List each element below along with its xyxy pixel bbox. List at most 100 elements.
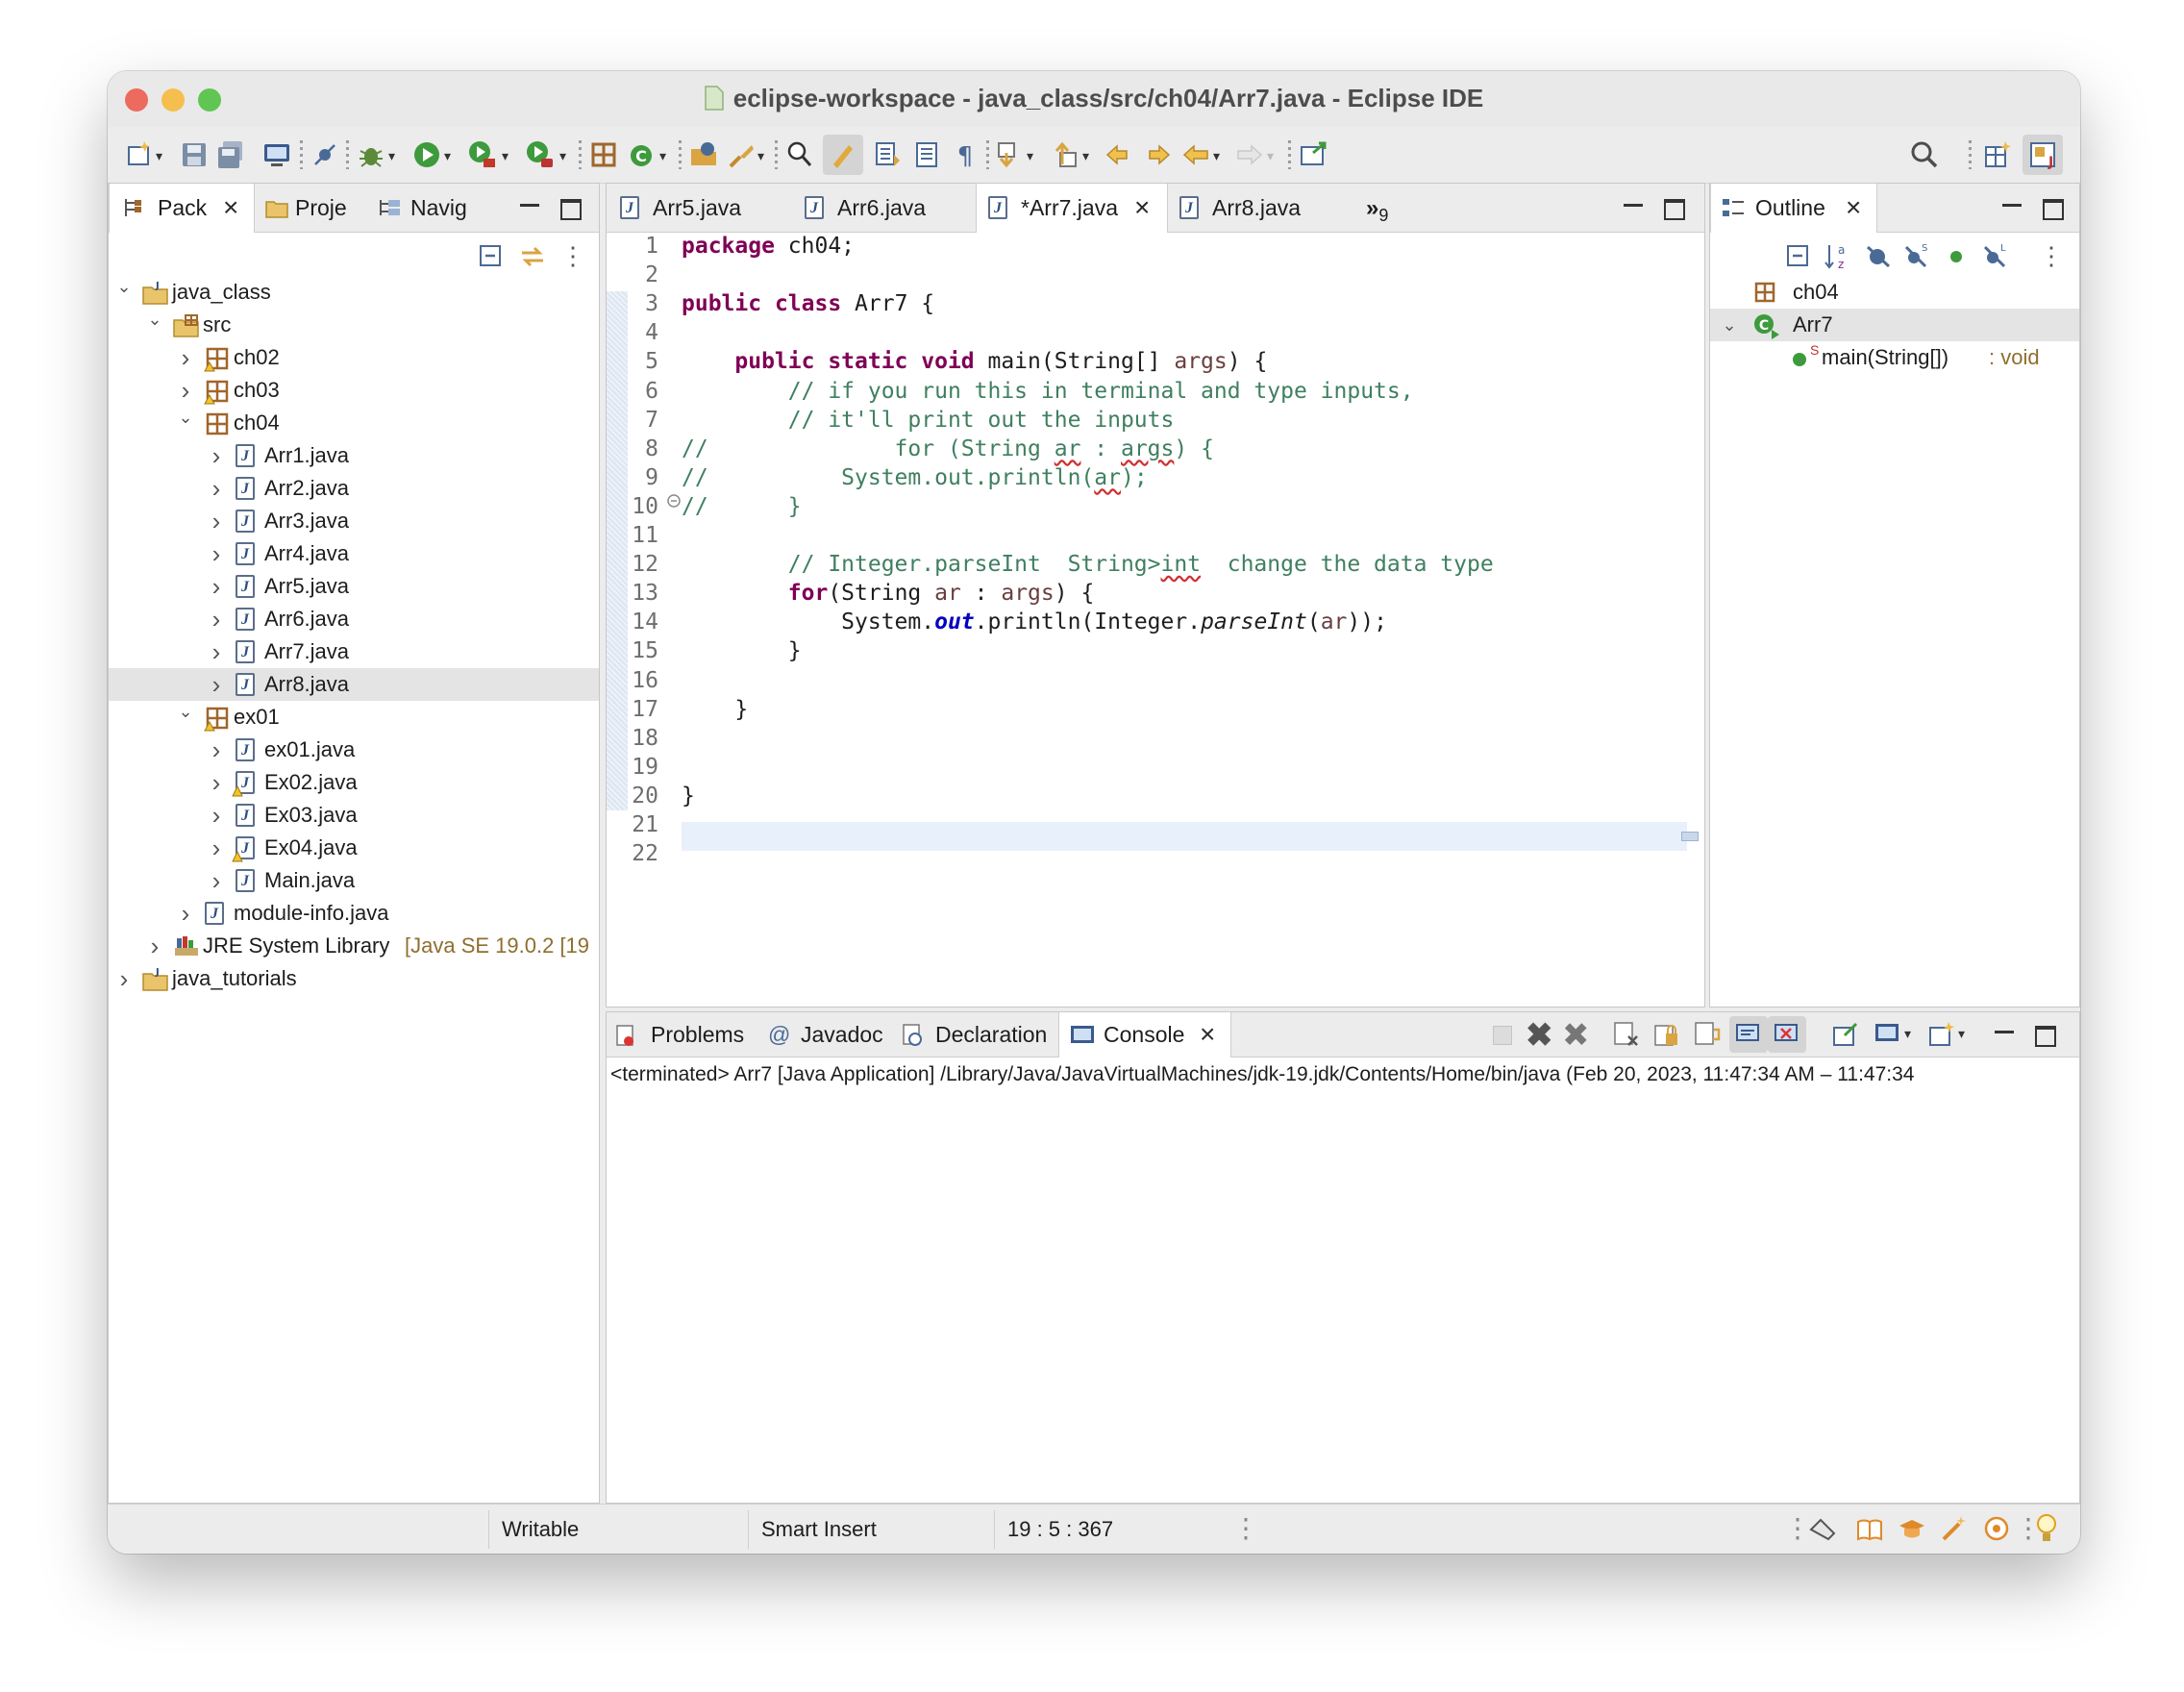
outline-item-package[interactable]: ch04 [1710, 276, 2079, 309]
tab-project-explorer[interactable]: Proje [255, 184, 368, 232]
open-console-icon[interactable] [1298, 139, 1328, 170]
chevron-right-icon[interactable]: › [114, 962, 134, 995]
search-icon[interactable] [1909, 139, 1940, 170]
new-dropdown-icon[interactable]: ▾ [156, 148, 162, 164]
sort-icon[interactable]: az [1824, 241, 1852, 272]
highlight-toggle-button[interactable] [823, 135, 863, 175]
hide-local-types-icon[interactable]: L [1981, 241, 2010, 270]
code-line[interactable]: public class Arr7 { [682, 289, 934, 318]
run-icon[interactable] [411, 139, 442, 170]
chevron-right-icon[interactable]: › [207, 472, 226, 505]
editor-tab-arr7[interactable]: J *Arr7.java × [976, 184, 1168, 233]
save-icon[interactable] [179, 139, 210, 170]
chevron-right-icon[interactable]: › [207, 864, 226, 897]
code-line[interactable]: // Integer.parseInt String>int change th… [682, 550, 1494, 579]
editor-tab-arr8[interactable]: J Arr8.java [1168, 184, 1351, 232]
console-output[interactable] [607, 1093, 2079, 1503]
code-line[interactable]: } [682, 695, 748, 724]
show-console-on-stdout-button[interactable] [1729, 1016, 1768, 1053]
chevron-right-icon[interactable]: › [207, 668, 226, 701]
tree-item[interactable]: › J Ex04.java [109, 832, 599, 864]
new-icon[interactable] [125, 139, 156, 170]
minimize-editor-button[interactable] [1624, 204, 1643, 207]
code-area[interactable]: package ch04; public class Arr7 { public … [682, 232, 1681, 1001]
close-icon[interactable]: × [223, 194, 238, 221]
remove-all-terminated-icon[interactable]: ✖ [1562, 1016, 1590, 1055]
insert-mode-status[interactable]: Smart Insert [761, 1517, 877, 1542]
tasks-icon[interactable] [1807, 1516, 1838, 1543]
display-selected-console-icon[interactable] [1874, 1020, 1902, 1049]
next-annotation-icon[interactable] [994, 139, 1025, 170]
tree-item[interactable]: › ch02 [109, 341, 599, 374]
java-perspective-button[interactable]: J [2023, 135, 2063, 175]
editor-tab-arr6[interactable]: J Arr6.java [793, 184, 976, 232]
close-icon[interactable]: × [1134, 194, 1150, 221]
tree-item[interactable]: ⌄ ex01 [109, 701, 599, 734]
chevron-right-icon[interactable]: › [207, 734, 226, 766]
tree-item[interactable]: › J Main.java [109, 864, 599, 897]
back-icon[interactable] [1180, 139, 1211, 170]
external-tools-dropdown-icon[interactable]: ▾ [559, 148, 566, 164]
tree-item[interactable]: › J Arr1.java [109, 439, 599, 472]
code-line[interactable]: // System.out.println(ar); [682, 463, 1148, 492]
chevron-right-icon[interactable]: › [207, 766, 226, 799]
pin-console-icon[interactable] [1831, 1020, 1860, 1049]
chevron-right-icon[interactable]: › [207, 505, 226, 537]
tab-problems[interactable]: Problems [607, 1012, 755, 1057]
previous-annotation-icon[interactable] [1050, 139, 1080, 170]
word-wrap-icon[interactable] [1693, 1020, 1722, 1049]
open-perspective-icon[interactable] [1982, 139, 2013, 170]
chevron-right-icon[interactable]: › [207, 570, 226, 603]
tree-item[interactable]: › J Ex02.java [109, 766, 599, 799]
chevron-down-icon[interactable]: ⌄ [145, 303, 164, 336]
skip-breakpoints-icon[interactable] [310, 139, 340, 170]
close-icon[interactable]: × [1200, 1021, 1215, 1048]
minimize-outline-button[interactable] [2002, 204, 2022, 207]
tree-item[interactable]: › Jex01.java [109, 734, 599, 766]
maximize-console-button[interactable] [2035, 1026, 2056, 1047]
book-icon[interactable] [1855, 1516, 1884, 1543]
chevron-right-icon[interactable]: › [207, 799, 226, 832]
code-line[interactable]: // for (String ar : args) { [682, 435, 1214, 463]
show-whitespace-icon[interactable] [911, 139, 942, 170]
hide-non-public-icon[interactable] [1945, 245, 1968, 268]
maximize-view-button[interactable] [560, 199, 582, 220]
view-menu-icon[interactable]: ⋮ [2039, 241, 2064, 270]
code-line[interactable]: // it'll print out the inputs [682, 406, 1175, 435]
chevron-right-icon[interactable]: › [207, 537, 226, 570]
tab-declaration[interactable]: Declaration [891, 1012, 1056, 1057]
lightbulb-icon[interactable] [2034, 1512, 2059, 1545]
tree-item[interactable]: › J Arr2.java [109, 472, 599, 505]
search-task-icon[interactable] [727, 139, 757, 170]
chevron-right-icon[interactable]: › [207, 635, 226, 668]
tab-package-explorer[interactable]: Pack × [109, 184, 255, 233]
code-line[interactable]: package ch04; [682, 232, 855, 261]
clear-console-icon[interactable] [1612, 1020, 1641, 1049]
last-edit-location-icon[interactable] [1104, 139, 1134, 170]
tree-item[interactable]: ⌄ src [109, 309, 599, 341]
forward-icon[interactable] [1234, 139, 1265, 170]
tab-javadoc[interactable]: @ Javadoc [757, 1012, 889, 1057]
chevron-right-icon[interactable]: › [176, 341, 195, 374]
tree-item[interactable]: › J Arr7.java [109, 635, 599, 668]
tree-item[interactable]: › J Arr4.java [109, 537, 599, 570]
display-console-dropdown-icon[interactable]: ▾ [1904, 1026, 1911, 1042]
tree-item[interactable]: › J Arr5.java [109, 570, 599, 603]
open-console-dropdown-icon[interactable]: ▾ [1958, 1026, 1965, 1042]
chevron-right-icon[interactable]: › [207, 603, 226, 635]
chevron-right-icon[interactable]: › [145, 930, 164, 962]
tree-item[interactable]: › Jjava_tutorials [109, 962, 599, 995]
chevron-down-icon[interactable]: ⌄ [1720, 309, 1739, 341]
maximize-editor-button[interactable] [1664, 199, 1685, 220]
tab-navigator[interactable]: Navig [370, 184, 485, 232]
outline-item-method[interactable]: S main(String[]) : void [1710, 341, 2079, 374]
fold-collapse-icon[interactable] [666, 493, 682, 509]
chevron-down-icon[interactable]: ⌄ [114, 270, 134, 303]
code-line[interactable]: for(String ar : args) { [682, 579, 1095, 608]
open-type-icon[interactable] [688, 139, 719, 170]
forward-edit-icon[interactable] [1142, 139, 1173, 170]
open-console-icon[interactable] [1927, 1020, 1956, 1049]
tree-item[interactable]: › JRE System Library [Java SE 19.0.2 [19 [109, 930, 599, 962]
coverage-icon[interactable] [467, 139, 498, 170]
hide-fields-icon[interactable] [1864, 243, 1893, 270]
